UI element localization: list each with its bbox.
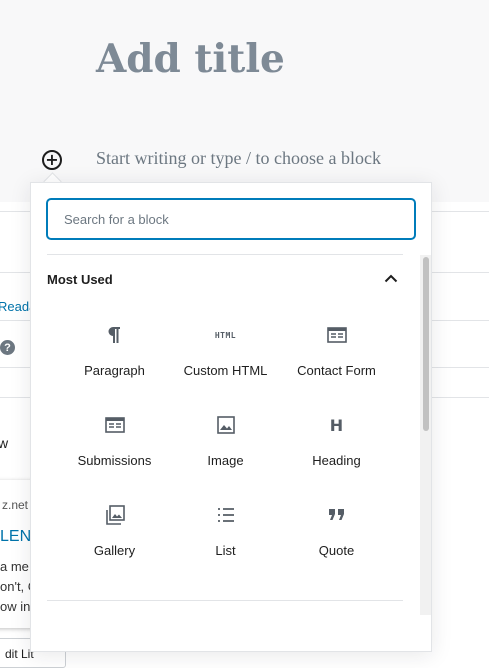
scrollbar-thumb[interactable] bbox=[423, 257, 429, 431]
block-inserter-popover: Most Used Paragraph HTML Custom HTML Con… bbox=[30, 182, 432, 652]
block-label: Heading bbox=[312, 453, 361, 468]
preview-domain: z.net bbox=[2, 498, 29, 512]
html-icon: HTML bbox=[214, 330, 237, 340]
block-label: Submissions bbox=[77, 453, 152, 468]
heading-icon: H bbox=[329, 415, 344, 435]
quote-icon bbox=[325, 503, 349, 527]
block-label: Quote bbox=[318, 543, 355, 558]
block-label: Paragraph bbox=[84, 363, 145, 378]
sidebar-text: w bbox=[0, 435, 9, 451]
paragraph-icon bbox=[103, 323, 127, 347]
block-label: Custom HTML bbox=[183, 363, 268, 378]
most-used-panel-toggle[interactable]: Most Used bbox=[47, 255, 403, 303]
post-title-input[interactable]: Add title bbox=[96, 36, 285, 82]
preview-line: a me bbox=[0, 559, 29, 574]
submissions-icon bbox=[103, 413, 127, 437]
block-label: Contact Form bbox=[297, 363, 376, 378]
block-paragraph[interactable]: Paragraph bbox=[59, 319, 170, 409]
block-submissions[interactable]: Submissions bbox=[59, 409, 170, 499]
block-image[interactable]: Image bbox=[170, 409, 281, 499]
block-gallery[interactable]: Gallery bbox=[59, 499, 170, 589]
list-icon bbox=[214, 503, 238, 527]
block-quote[interactable]: Quote bbox=[281, 499, 392, 589]
help-icon[interactable]: ? bbox=[0, 340, 15, 355]
default-block-appender[interactable]: Start writing or type / to choose a bloc… bbox=[96, 148, 381, 169]
block-grid: Paragraph HTML Custom HTML Contact Form … bbox=[59, 319, 392, 589]
block-heading[interactable]: H Heading bbox=[281, 409, 392, 499]
block-inserter-toggle[interactable]: + bbox=[42, 150, 62, 170]
panel-title: Most Used bbox=[47, 271, 113, 287]
plus-icon: + bbox=[45, 150, 59, 169]
divider bbox=[47, 600, 403, 601]
block-list[interactable]: List bbox=[170, 499, 281, 589]
image-icon bbox=[214, 413, 238, 437]
chevron-up-icon bbox=[379, 267, 403, 291]
editor-canvas bbox=[0, 0, 489, 202]
contact-form-icon bbox=[325, 323, 349, 347]
block-label: Gallery bbox=[93, 543, 136, 558]
block-contact-form[interactable]: Contact Form bbox=[281, 319, 392, 409]
gallery-icon bbox=[103, 503, 127, 527]
preview-line: ow in bbox=[0, 599, 31, 614]
block-custom-html[interactable]: HTML Custom HTML bbox=[170, 319, 281, 409]
preview-title[interactable]: LEN bbox=[0, 528, 31, 546]
block-label: Image bbox=[207, 453, 244, 468]
block-results: Most Used Paragraph HTML Custom HTML Con… bbox=[31, 255, 420, 651]
block-search-input[interactable] bbox=[47, 199, 415, 239]
block-label: List bbox=[215, 543, 236, 558]
